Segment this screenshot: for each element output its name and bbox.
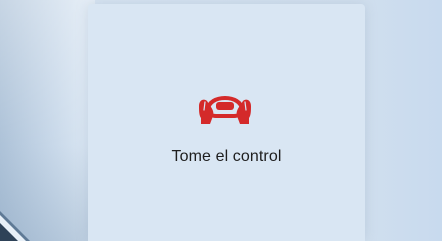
background-right-edge — [362, 0, 442, 241]
takeover-message: Tome el control — [171, 148, 282, 165]
hands-on-wheel-icon — [199, 96, 251, 124]
background-corner-shape — [0, 211, 30, 241]
